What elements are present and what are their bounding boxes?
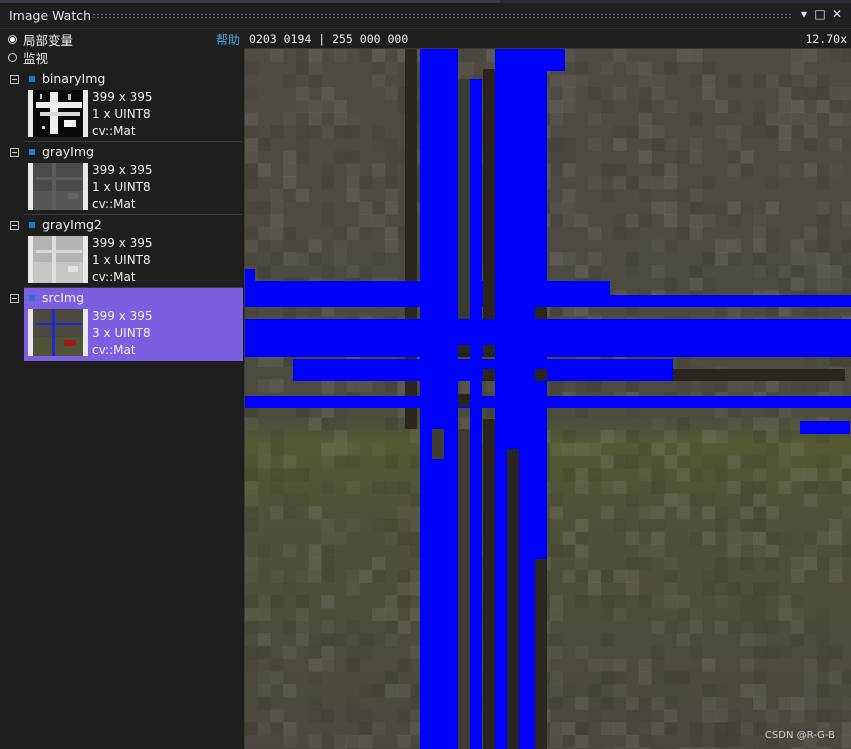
variable-type: cv::Mat xyxy=(92,343,136,357)
drag-grip[interactable] xyxy=(92,13,792,19)
variable-square-icon xyxy=(29,295,35,301)
close-icon[interactable]: ✕ xyxy=(829,6,845,22)
variable-name: binaryImg xyxy=(42,71,106,86)
variable-square-icon xyxy=(29,222,35,228)
window-title: Image Watch xyxy=(9,8,92,23)
variable-type: cv::Mat xyxy=(92,270,136,284)
variable-size: 399 x 395 xyxy=(92,163,153,177)
variables-pane: 局部变量 监视 帮助 binaryImg 399 x 395 1 x UINT8… xyxy=(0,29,244,749)
variable-info: 399 x 395 1 x UINT8 cv::Mat xyxy=(92,235,153,286)
watermark: CSDN @R-G-B xyxy=(764,730,835,741)
variable-info: 399 x 395 1 x UINT8 cv::Mat xyxy=(92,89,153,140)
variable-channels: 1 x UINT8 xyxy=(92,107,151,121)
variable-item-grayimg[interactable]: grayImg 399 x 395 1 x UINT8 cv::Mat xyxy=(0,142,244,215)
thumbnail-binary xyxy=(28,90,88,137)
variable-size: 399 x 395 xyxy=(92,236,153,250)
variable-size: 399 x 395 xyxy=(92,309,153,323)
scope-option-watch[interactable]: 监视 xyxy=(8,48,48,66)
scope-option-label: 监视 xyxy=(23,50,49,66)
pixel-canvas[interactable] xyxy=(245,49,851,749)
thumbnail-gray xyxy=(28,163,88,210)
thumbnail-src xyxy=(28,309,88,356)
pixel-readout: 0203 0194 | 255 000 000 xyxy=(249,32,409,46)
variable-item-grayimg2[interactable]: grayImg2 399 x 395 1 x UINT8 cv::Mat xyxy=(0,215,244,288)
window-edge xyxy=(0,0,851,3)
variable-channels: 1 x UINT8 xyxy=(92,253,151,267)
collapse-minus-icon[interactable] xyxy=(10,221,19,230)
variable-name: srcImg xyxy=(42,290,85,305)
variable-item-binaryimg[interactable]: binaryImg 399 x 395 1 x UINT8 cv::Mat xyxy=(0,69,244,142)
variable-info: 399 x 395 1 x UINT8 cv::Mat xyxy=(92,162,153,213)
radio-selected-icon[interactable] xyxy=(8,34,17,44)
maximize-icon[interactable]: □ xyxy=(812,6,828,22)
tool-window-titlebar: Image Watch ▾ □ ✕ xyxy=(0,0,851,29)
variable-item-srcimg[interactable]: srcImg 399 x 395 3 x UINT8 cv::Mat xyxy=(0,288,244,361)
variable-type: cv::Mat xyxy=(92,124,136,138)
variable-square-icon xyxy=(29,149,35,155)
variable-type: cv::Mat xyxy=(92,197,136,211)
variable-channels: 3 x UINT8 xyxy=(92,326,151,340)
help-link[interactable]: 帮助 xyxy=(216,31,240,48)
zoom-level: 12.70x xyxy=(805,32,847,46)
variable-name: grayImg xyxy=(42,144,94,159)
scope-option-locals[interactable]: 局部变量 xyxy=(8,30,73,48)
collapse-minus-icon[interactable] xyxy=(10,148,19,157)
variable-channels: 1 x UINT8 xyxy=(92,180,151,194)
collapse-minus-icon[interactable] xyxy=(10,294,19,303)
dropdown-icon[interactable]: ▾ xyxy=(796,6,812,22)
pixel-status-bar: 0203 0194 | 255 000 000 12.70x xyxy=(244,29,851,48)
image-viewer[interactable]: CSDN @R-G-B xyxy=(244,48,851,749)
variable-info: 399 x 395 3 x UINT8 cv::Mat xyxy=(92,308,153,359)
thumbnail-gray2 xyxy=(28,236,88,283)
variable-square-icon xyxy=(29,76,35,82)
radio-icon[interactable] xyxy=(8,52,17,62)
variable-name: grayImg2 xyxy=(42,217,102,232)
variable-size: 399 x 395 xyxy=(92,90,153,104)
collapse-minus-icon[interactable] xyxy=(10,75,19,84)
scope-option-label: 局部变量 xyxy=(23,32,74,48)
